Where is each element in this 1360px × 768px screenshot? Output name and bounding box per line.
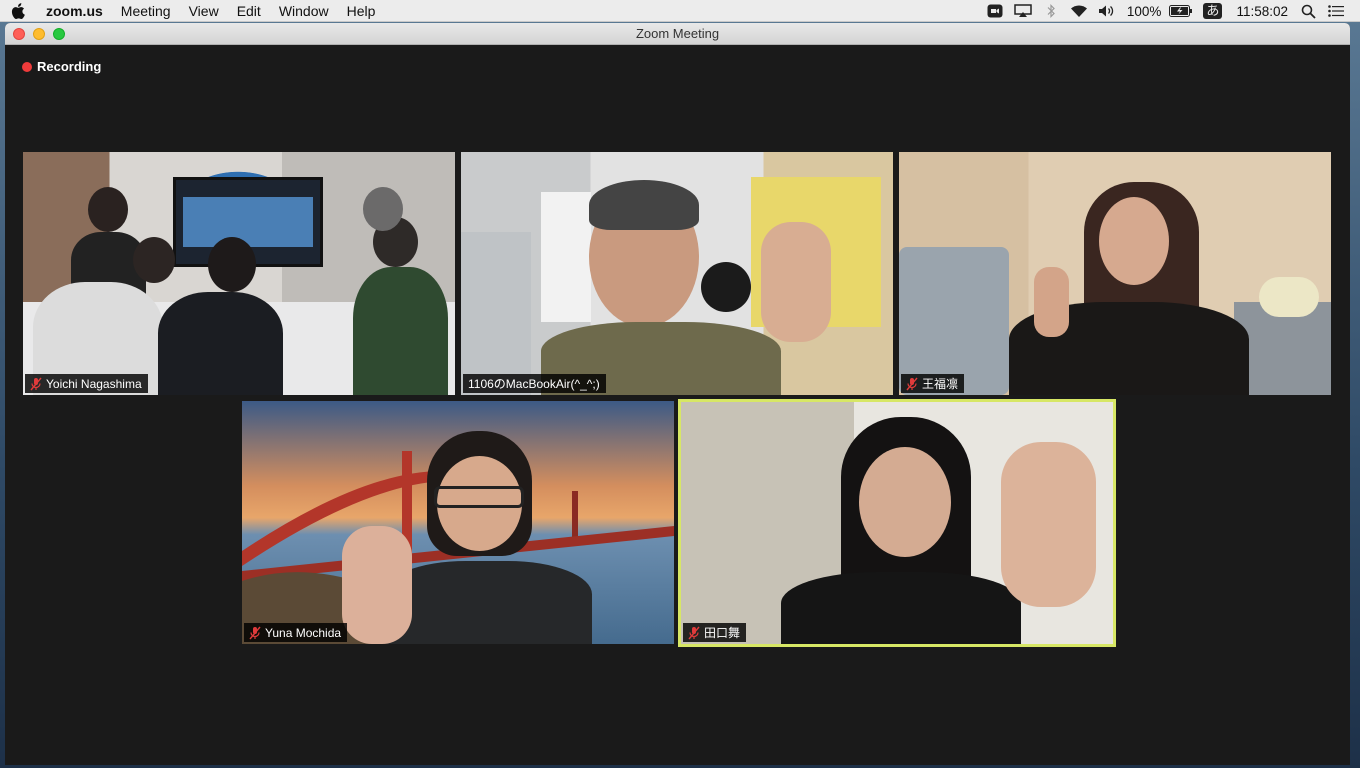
video-peace-hand bbox=[1001, 442, 1096, 607]
microphone-muted-icon bbox=[688, 626, 700, 640]
menubar-clock[interactable]: 11:58:02 bbox=[1230, 4, 1294, 19]
fullscreen-window-button[interactable] bbox=[53, 28, 65, 40]
participant-name: 田口舞 bbox=[704, 626, 741, 640]
video-peace-hand bbox=[342, 526, 412, 644]
notification-center-icon[interactable] bbox=[1322, 0, 1350, 22]
menu-view[interactable]: View bbox=[180, 0, 228, 22]
menu-meeting[interactable]: Meeting bbox=[112, 0, 180, 22]
participant-name: Yuna Mochida bbox=[265, 625, 342, 640]
participant-name: Yoichi Nagashima bbox=[46, 376, 142, 391]
bluetooth-icon[interactable] bbox=[1037, 0, 1065, 22]
menu-edit[interactable]: Edit bbox=[228, 0, 270, 22]
video-tile-active-speaker[interactable]: 田口舞 bbox=[678, 399, 1116, 647]
battery-icon[interactable] bbox=[1167, 0, 1195, 22]
participant-name-label: 田口舞 bbox=[683, 623, 747, 642]
participant-name-label: 王福凛 bbox=[901, 374, 965, 393]
video-person-head bbox=[363, 187, 403, 231]
participant-name-label: 1106のMacBookAir(^_^;) bbox=[463, 374, 606, 393]
participant-name: 王福凛 bbox=[922, 377, 959, 391]
wifi-icon[interactable] bbox=[1065, 0, 1093, 22]
video-tile[interactable]: 王福凛 bbox=[899, 152, 1331, 395]
video-badge bbox=[701, 262, 751, 312]
participant-name-label: Yoichi Nagashima bbox=[25, 374, 148, 393]
microphone-muted-icon bbox=[906, 377, 918, 391]
zoom-status-icon[interactable] bbox=[981, 0, 1009, 22]
video-cushion bbox=[1259, 277, 1319, 317]
menu-bar: zoom.us Meeting View Edit Window Help 10… bbox=[0, 0, 1360, 22]
recording-dot-icon bbox=[22, 61, 32, 72]
menu-help[interactable]: Help bbox=[338, 0, 385, 22]
video-person-body bbox=[353, 267, 448, 395]
apple-menu-icon[interactable] bbox=[0, 2, 36, 19]
window-titlebar[interactable]: Zoom Meeting bbox=[5, 23, 1350, 45]
video-tile[interactable]: Yuna Mochida bbox=[242, 401, 674, 644]
battery-percentage: 100% bbox=[1126, 3, 1162, 19]
participant-name: 1106のMacBookAir(^_^;) bbox=[468, 377, 600, 391]
menu-app-name[interactable]: zoom.us bbox=[36, 0, 112, 22]
zoom-meeting-window: Zoom Meeting Recording Yoichi Nagashima bbox=[5, 23, 1350, 765]
video-person-head bbox=[133, 237, 175, 283]
video-person-body bbox=[158, 292, 283, 395]
microphone-muted-icon bbox=[249, 626, 261, 640]
airplay-icon[interactable] bbox=[1009, 0, 1037, 22]
video-glasses bbox=[434, 486, 524, 508]
video-shelf bbox=[461, 232, 531, 395]
video-tile[interactable]: Yoichi Nagashima bbox=[23, 152, 455, 395]
video-person-body bbox=[382, 561, 592, 644]
video-person-hair bbox=[589, 180, 699, 230]
volume-icon[interactable] bbox=[1093, 0, 1121, 22]
video-person-body bbox=[781, 572, 1021, 644]
recording-indicator[interactable]: Recording bbox=[22, 59, 101, 74]
video-monitor-screen bbox=[183, 197, 313, 247]
video-tile[interactable]: 1106のMacBookAir(^_^;) bbox=[461, 152, 893, 395]
video-cushion bbox=[899, 247, 1009, 395]
recording-label: Recording bbox=[37, 59, 102, 74]
video-peace-hand bbox=[1034, 267, 1069, 337]
window-title: Zoom Meeting bbox=[635, 26, 720, 41]
video-person-head bbox=[208, 237, 256, 292]
close-window-button[interactable] bbox=[13, 28, 25, 40]
minimize-window-button[interactable] bbox=[33, 28, 45, 40]
video-poster bbox=[541, 192, 591, 322]
video-person-head bbox=[859, 447, 951, 557]
video-person-head bbox=[1099, 197, 1169, 285]
input-method-indicator[interactable]: あ bbox=[1203, 3, 1223, 19]
participant-name-label: Yuna Mochida bbox=[244, 623, 348, 642]
spotlight-search-icon[interactable] bbox=[1294, 0, 1322, 22]
video-peace-hand bbox=[761, 222, 831, 342]
video-person-head bbox=[88, 187, 128, 232]
menu-window[interactable]: Window bbox=[270, 0, 338, 22]
microphone-muted-icon bbox=[30, 377, 42, 391]
